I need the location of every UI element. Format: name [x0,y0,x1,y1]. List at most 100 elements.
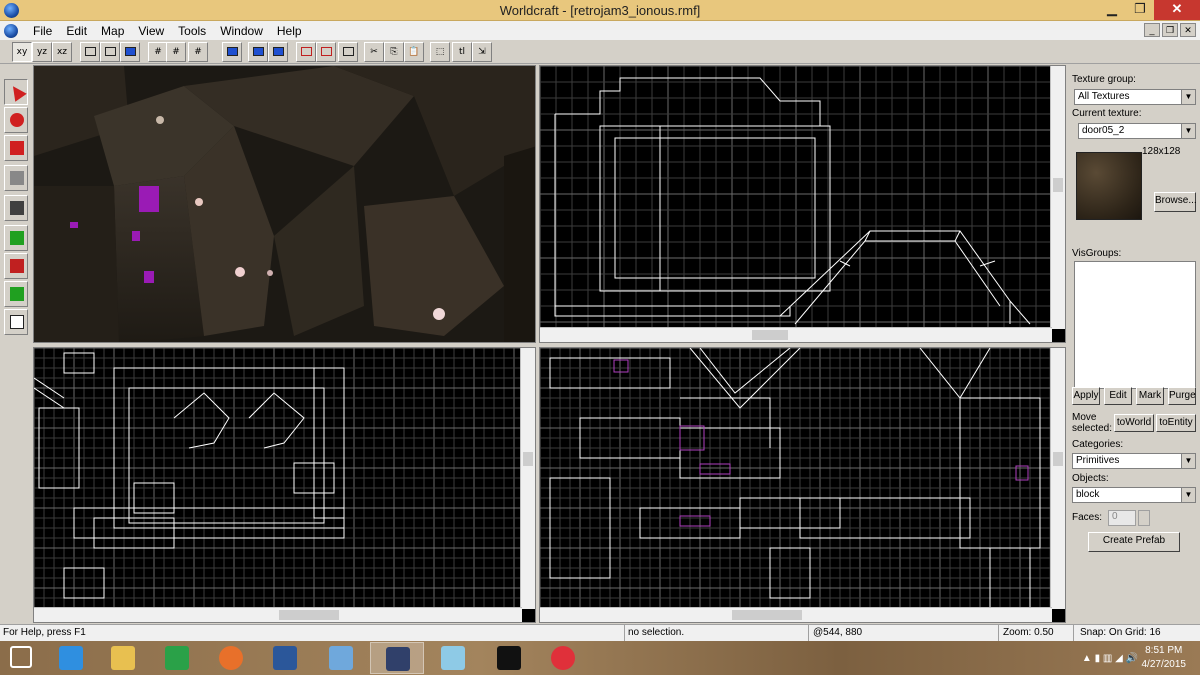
paste-button[interactable]: 📋 [404,42,424,62]
scroll-thumb[interactable] [279,610,339,620]
to-world-button[interactable]: toWorld [1114,414,1154,432]
vertical-scrollbar[interactable] [520,348,535,609]
vertical-scrollbar[interactable] [1050,66,1065,329]
menu-window[interactable]: Window [213,24,270,38]
texture-app-button[interactable]: ⇲ [472,42,492,62]
menu-view[interactable]: View [131,24,171,38]
explorer-task[interactable] [96,642,150,674]
textured-button[interactable] [120,42,140,62]
texture-lock-button[interactable]: tl [452,42,472,62]
select-button[interactable]: ⬚ [430,42,450,62]
view-xy-button[interactable]: xy [12,42,32,62]
view-xz-button[interactable]: xz [52,42,72,62]
larger-grid-button[interactable]: # [188,42,208,62]
faces-input[interactable]: 0 [1108,510,1136,526]
current-texture-select[interactable]: door05_2 ▼ [1078,123,1196,139]
scroll-thumb[interactable] [732,610,802,620]
vertical-scrollbar[interactable] [1050,348,1065,609]
horizontal-scrollbar[interactable] [540,327,1052,342]
texture-group-select[interactable]: All Textures ▼ [1074,89,1196,105]
itunes-task[interactable] [536,642,590,674]
faces-spinner[interactable] [1138,510,1150,526]
chevron-down-icon[interactable]: ▼ [1181,124,1195,138]
smaller-grid-button[interactable]: # [166,42,186,62]
scroll-thumb[interactable] [523,452,533,466]
visgroups-list[interactable] [1074,261,1196,389]
apply-decal-tool[interactable] [4,253,28,279]
vertex-tool[interactable] [4,309,28,335]
run-map-button[interactable] [222,42,242,62]
to-entity-button[interactable]: toEntity [1156,414,1196,432]
camera-tool[interactable] [4,135,28,161]
chevron-down-icon[interactable]: ▼ [1181,454,1195,468]
flat-shaded-button[interactable] [100,42,120,62]
chevron-down-icon[interactable]: ▼ [1181,90,1195,104]
block-tool[interactable] [4,195,28,221]
categories-value: Primitives [1076,455,1120,466]
horizontal-scrollbar[interactable] [34,607,522,622]
carve-button[interactable] [338,42,358,62]
magnify-tool[interactable] [4,107,28,133]
brush-wireframe [34,352,345,599]
scroll-thumb[interactable] [1053,452,1063,466]
status-bar: For Help, press F1 no selection. @544, 8… [0,624,1200,642]
start-button[interactable] [4,642,40,674]
menu-file[interactable]: File [26,24,59,38]
app-task[interactable] [314,642,368,674]
top-2d-viewport[interactable] [539,65,1066,343]
snap-status: Snap: On Grid: 16 [1080,627,1161,638]
system-tray[interactable]: ▲ ▮ ▥ ◢ 🔊 [1082,653,1138,664]
wireframe-button[interactable] [80,42,100,62]
browse-button[interactable]: Browse... [1154,192,1197,212]
mark-button[interactable]: Mark [1136,387,1164,405]
store-task[interactable] [150,642,204,674]
scroll-thumb[interactable] [752,330,788,340]
mdi-close-button[interactable]: ✕ [1180,23,1196,37]
show-button[interactable] [316,42,336,62]
categories-label: Categories: [1072,439,1124,450]
side-2d-viewport[interactable] [539,347,1066,623]
close-button[interactable]: ✕ [1154,0,1200,20]
objects-select[interactable]: block ▼ [1072,487,1196,503]
selection-tool[interactable] [4,79,28,105]
menu-help[interactable]: Help [270,24,309,38]
menu-bar: File Edit Map View Tools Window Help _ ❐… [0,21,1200,40]
hide-button[interactable] [296,42,316,62]
ungroup-button[interactable] [268,42,288,62]
edit-button[interactable]: Edit [1104,387,1132,405]
glass-task[interactable] [426,642,480,674]
menu-map[interactable]: Map [94,24,131,38]
document-menu-icon[interactable] [4,23,18,38]
maximize-button[interactable]: ❐ [1126,0,1154,20]
clip-tool[interactable] [4,281,28,307]
mdi-restore-button[interactable]: ❐ [1162,23,1178,37]
firefox-task[interactable] [204,642,258,674]
menu-tools[interactable]: Tools [171,24,213,38]
worldcraft-task[interactable] [370,642,424,674]
mdi-minimize-button[interactable]: _ [1144,23,1160,37]
horizontal-scrollbar[interactable] [540,607,1052,622]
categories-select[interactable]: Primitives ▼ [1072,453,1196,469]
ie-task[interactable] [44,642,98,674]
camera-3d-viewport[interactable] [33,65,536,343]
create-prefab-button[interactable]: Create Prefab [1088,532,1180,552]
group-button[interactable] [248,42,268,62]
cmd-task[interactable] [482,642,536,674]
scroll-thumb[interactable] [1053,178,1063,192]
menu-edit[interactable]: Edit [59,24,94,38]
grid-button[interactable]: # [148,42,168,62]
apply-button[interactable]: Apply [1072,387,1100,405]
purple-light [144,271,154,283]
window-title: Worldcraft - [retrojam3_ionous.rmf] [499,3,701,18]
minimize-button[interactable]: ▁ [1098,0,1126,20]
purge-button[interactable]: Purge [1168,387,1196,405]
copy-button[interactable]: ⎘ [384,42,404,62]
apply-texture-tool[interactable] [4,225,28,251]
word-task[interactable] [258,642,312,674]
clock[interactable]: 8:51 PM 4/27/2015 [1142,644,1187,672]
cut-button[interactable]: ✂ [364,42,384,62]
entity-tool[interactable] [4,165,28,191]
view-yz-button[interactable]: yz [32,42,52,62]
chevron-down-icon[interactable]: ▼ [1181,488,1195,502]
front-2d-viewport[interactable] [33,347,536,623]
